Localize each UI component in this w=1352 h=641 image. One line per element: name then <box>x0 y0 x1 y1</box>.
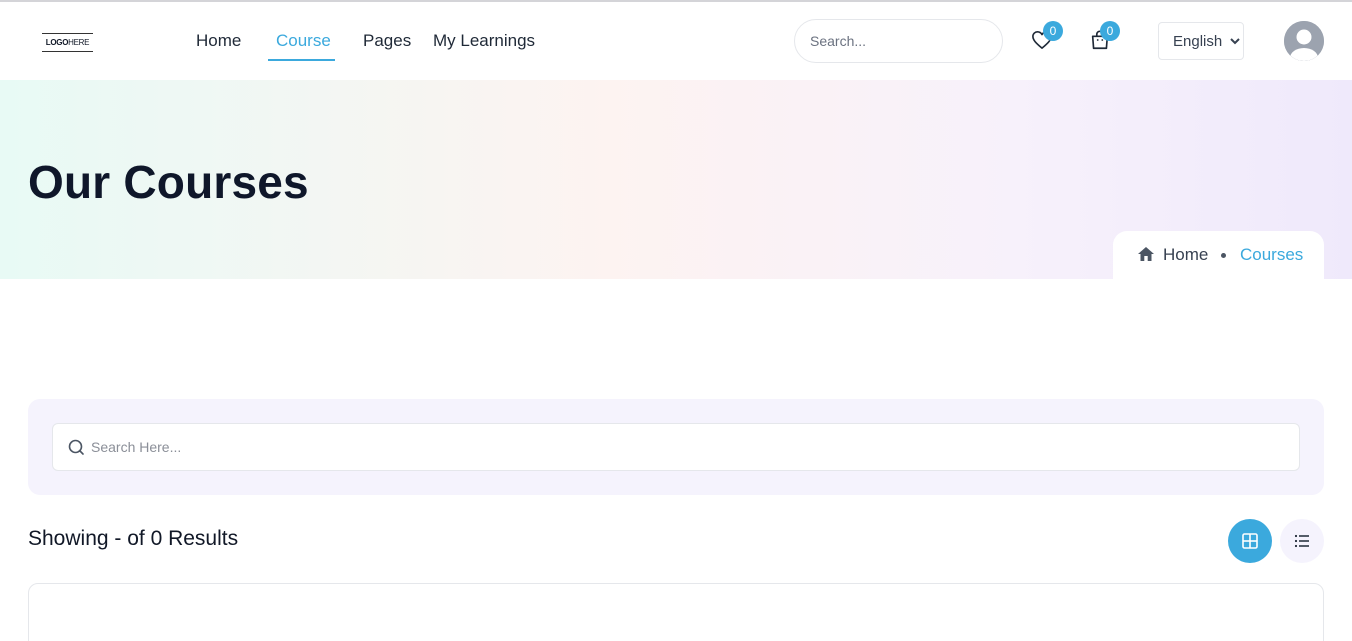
avatar-silhouette-icon <box>1284 21 1324 61</box>
course-list-container <box>28 583 1324 641</box>
site-header: LOGO HERE Home Course Pages My Learnings … <box>0 2 1352 80</box>
list-view-icon <box>1294 534 1309 548</box>
page-title: Our Courses <box>28 156 309 208</box>
breadcrumb-current: Courses <box>1240 245 1304 264</box>
course-filter-panel <box>28 399 1324 495</box>
cart-count-badge: 0 <box>1100 21 1120 41</box>
wishlist-button[interactable]: 0 <box>1029 21 1063 53</box>
page-hero: Our Courses Home Courses <box>0 80 1352 279</box>
breadcrumb: Home Courses <box>1113 231 1324 279</box>
nav-active-indicator <box>268 59 335 61</box>
grid-view-button[interactable] <box>1228 519 1272 563</box>
wishlist-count-badge: 0 <box>1043 21 1063 41</box>
nav-home[interactable]: Home <box>196 31 241 51</box>
nav-my-learnings[interactable]: My Learnings <box>433 31 535 51</box>
logo-text-light: HERE <box>68 38 90 47</box>
language-select[interactable]: English <box>1158 22 1244 60</box>
course-search-input[interactable] <box>91 424 1291 470</box>
home-icon <box>1138 247 1154 261</box>
breadcrumb-home-link[interactable]: Home <box>1163 245 1208 265</box>
site-logo[interactable]: LOGO HERE <box>42 33 93 52</box>
breadcrumb-separator <box>1221 253 1226 258</box>
user-avatar-icon[interactable] <box>1284 21 1324 61</box>
header-search-input[interactable] <box>794 19 1003 63</box>
results-count: Showing - of 0 Results <box>28 527 239 550</box>
logo-text-bold: LOGO <box>45 38 69 47</box>
nav-pages[interactable]: Pages <box>363 31 411 51</box>
course-search-box[interactable] <box>52 423 1300 471</box>
nav-course[interactable]: Course <box>276 31 331 51</box>
list-view-button[interactable] <box>1280 519 1324 563</box>
grid-view-icon <box>1242 533 1258 549</box>
cart-button[interactable]: 0 <box>1087 21 1120 53</box>
search-icon <box>68 439 84 455</box>
